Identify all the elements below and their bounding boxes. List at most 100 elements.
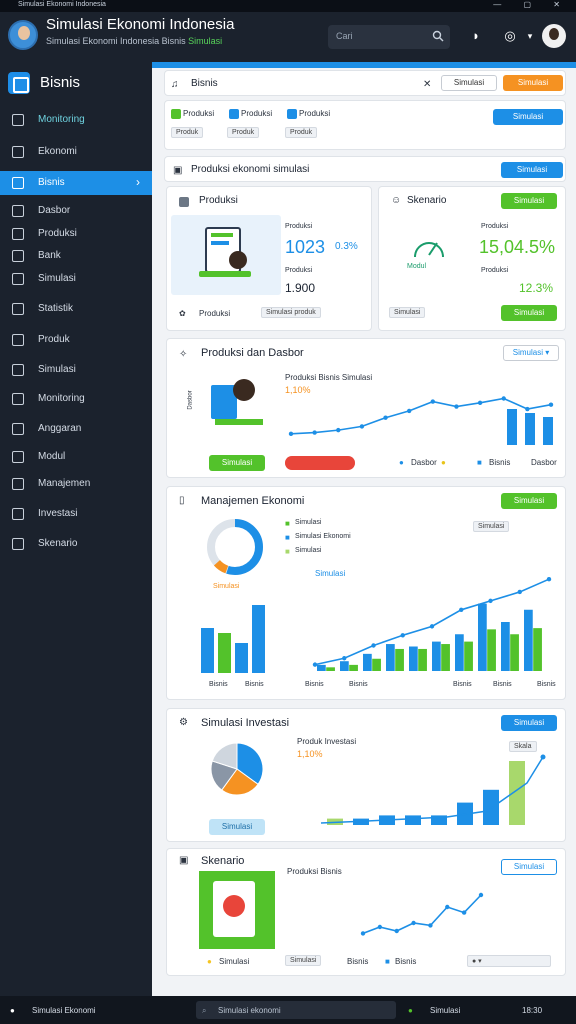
section3-small-bar-chart (201, 605, 265, 673)
data-point (548, 402, 554, 407)
section3-legend3: Simulasi (295, 547, 322, 554)
status-left-label: Simulasi Ekonomi (32, 1006, 96, 1015)
production-card-title: Produksi (199, 195, 238, 206)
section1-button[interactable]: Simulasi (501, 162, 563, 178)
scenario-card-button[interactable]: Simulasi (501, 193, 557, 209)
search-placeholder: Cari (336, 31, 353, 41)
sidebar-item-statistik[interactable]: Statistik (0, 297, 152, 321)
scenario-footer-chip[interactable]: Simulasi (389, 307, 426, 318)
legend-dot-icon: ● (441, 458, 446, 467)
sidebar-brand[interactable]: Bisnis (8, 70, 146, 98)
scenario-footer-button[interactable]: Simulasi (501, 305, 557, 321)
brand-label: Bisnis (40, 74, 81, 91)
section5-title: Skenario (201, 855, 245, 867)
sidebar-item-investasi[interactable]: Investasi (0, 502, 152, 526)
production-footer-chip[interactable]: Simulasi produk (261, 307, 321, 318)
section1-title: Produksi ekonomi simulasi (191, 164, 310, 175)
filter-icon (287, 109, 297, 119)
scenario-big-label: Produksi (481, 223, 509, 230)
scenario-card: ☺ Skenario Simulasi Modul Produksi 15,04… (378, 186, 566, 331)
bar-x-label: Bisnis (209, 681, 228, 688)
scenario-small-value: 12.3% (519, 281, 554, 295)
section4-button[interactable]: Simulasi (501, 715, 557, 731)
section3-button[interactable]: Simulasi (501, 493, 557, 509)
filter-icon (229, 109, 239, 119)
sidebar-item-skenario[interactable]: Skenario (0, 532, 152, 556)
window-controls[interactable]: — ▢ ✕ (493, 0, 570, 9)
progress-fill (285, 456, 355, 470)
grid-icon (12, 114, 24, 126)
person-illustration (223, 895, 245, 917)
accent-strip (152, 62, 576, 68)
toolbar-primary-button[interactable]: Simulasi (503, 75, 563, 91)
sidebar-item-simulasi-2[interactable]: Simulasi (0, 358, 152, 382)
sidebar-item-label: Simulasi (38, 273, 76, 284)
base-illustration (215, 419, 263, 425)
search-icon: ⌕ (202, 1006, 207, 1015)
sidebar-item-modul[interactable]: Modul (0, 445, 152, 469)
bottom-search-input[interactable]: ⌕ Simulasi ekonomi (196, 1001, 396, 1019)
section1-header: ▣ Produksi ekonomi simulasi Simulasi (164, 156, 566, 182)
section2-dropdown[interactable]: Simulasi ▾ (503, 345, 559, 361)
data-point (477, 400, 483, 406)
sidebar-item-monitoring-2[interactable]: Monitoring (0, 387, 152, 411)
section3-donut-chart (207, 519, 263, 575)
status-icon: ● (10, 1006, 15, 1015)
bar (317, 664, 326, 671)
filter-chip-2[interactable]: Produk (227, 127, 260, 138)
filter-chip-1[interactable]: Produk (171, 127, 204, 138)
scenario-big-value: 15,04.5% (479, 237, 556, 257)
legend-square-icon: ■ (385, 957, 390, 966)
app-avatar (8, 20, 38, 50)
notification-icon[interactable]: ◗ (466, 26, 486, 46)
sidebar-item-bank[interactable]: Bank (0, 244, 152, 268)
filter-label-2: Produksi (241, 109, 273, 118)
section3-card: ▯ Manajemen Ekonomi Simulasi Simulasi ■ … (166, 486, 566, 700)
bar (201, 628, 214, 673)
star-icon: ✧ (179, 349, 188, 360)
close-icon[interactable]: ✕ (423, 79, 431, 90)
chevron-down-icon[interactable]: ▾ (520, 26, 540, 46)
sidebar-item-simulasi[interactable]: Simulasi (0, 267, 152, 291)
user-avatar[interactable] (542, 24, 566, 48)
legend-square-icon: ■ (285, 547, 290, 556)
bar (478, 603, 487, 671)
section5-footer-select[interactable]: ● ▾ (467, 955, 551, 967)
sidebar-item-bisnis[interactable]: Bisnis › (0, 171, 152, 195)
section5-line-chart (360, 892, 484, 936)
search-icon (432, 30, 444, 42)
metric2-value: 1.900 (285, 281, 316, 295)
sidebar-item-label: Modul (38, 451, 66, 462)
section2-legend2: Bisnis (489, 458, 511, 467)
metric1-label: Produksi (285, 223, 313, 230)
section3-legend-chip[interactable]: Simulasi (473, 521, 510, 532)
filter-apply-button[interactable]: Simulasi (493, 109, 563, 125)
search-input[interactable]: Cari (328, 25, 450, 49)
bar (487, 629, 496, 671)
section5-illustration (199, 871, 275, 949)
data-point (336, 427, 341, 433)
bar (524, 609, 533, 671)
sidebar-item-manajemen[interactable]: Manajemen (0, 472, 152, 496)
section2-left-button[interactable]: Simulasi (209, 455, 265, 471)
sidebar-item-anggaran[interactable]: Anggaran (0, 417, 152, 441)
sidebar-item-produksi[interactable]: Produksi (0, 222, 152, 246)
section5-footer-chip1[interactable]: Simulasi (285, 955, 322, 966)
toolbar-secondary-button[interactable]: Simulasi (441, 75, 497, 91)
sidebar-item-ekonomi[interactable]: Ekonomi (0, 140, 152, 164)
filter-chip-3[interactable]: Produk (285, 127, 318, 138)
bar (525, 413, 535, 445)
legend-dot-icon: ● (207, 957, 212, 966)
sidebar-item-label: Dasbor (38, 205, 71, 216)
gauge-icon (414, 242, 444, 258)
sidebar-item-dasbor[interactable]: Dasbor (0, 199, 152, 223)
sidebar-item-label: Monitoring (38, 393, 85, 404)
sidebar-item-produk[interactable]: Produk (0, 328, 152, 352)
line-x-label: Bisnis (349, 681, 368, 688)
settings-icon[interactable]: ◎ (500, 26, 520, 46)
sidebar-item-monitoring[interactable]: Monitoring (0, 108, 152, 132)
play-icon (12, 273, 24, 285)
section4-pie-button[interactable]: Simulasi (209, 819, 265, 835)
sidebar-item-label: Investasi (38, 508, 78, 519)
module-icon (12, 451, 24, 463)
